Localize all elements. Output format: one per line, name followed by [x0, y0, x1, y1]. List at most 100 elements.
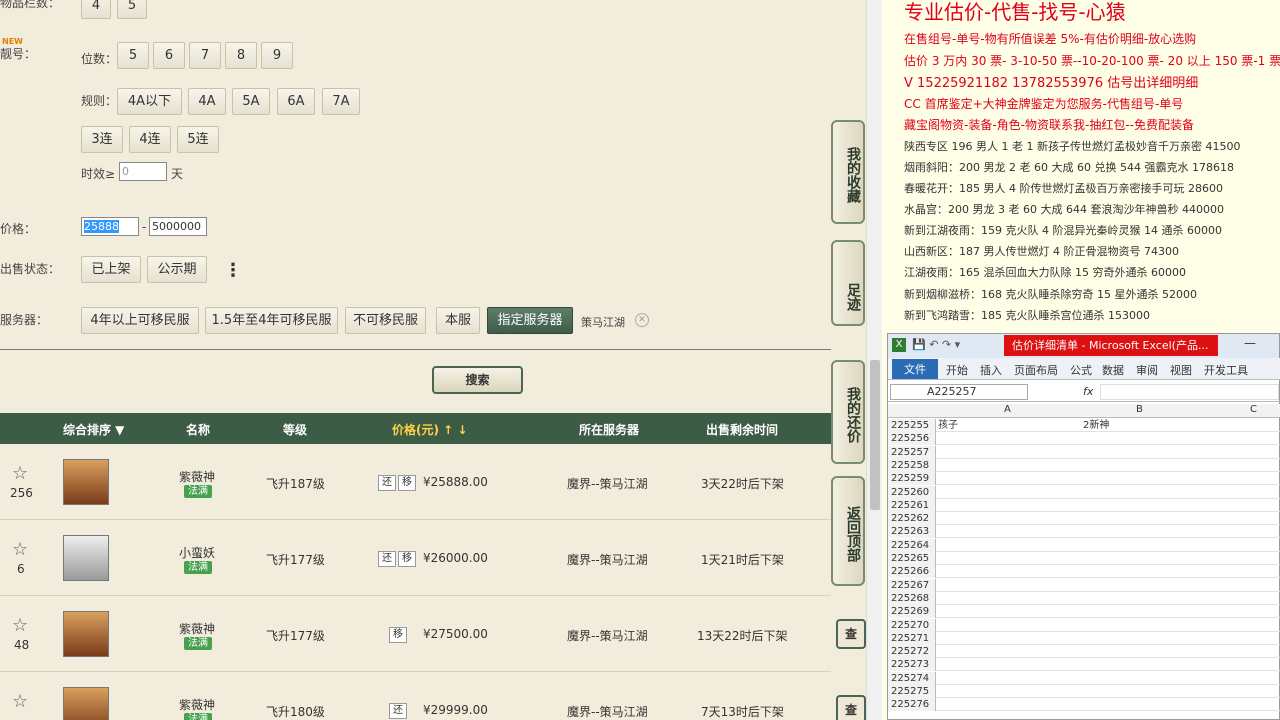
more-icon[interactable]: ⋮	[224, 260, 242, 281]
table-row[interactable]: ☆ 6 小蛮妖 法满 飞升177级 还移 ¥26000.00 魔界--策马江湖 …	[0, 521, 831, 596]
minimize-icon[interactable]: —	[1244, 336, 1256, 350]
formula-input[interactable]	[1100, 384, 1279, 400]
items-opt-5[interactable]: 5	[117, 0, 147, 19]
lian-5[interactable]: 5连	[177, 126, 219, 153]
rule-4a-below[interactable]: 4A以下	[117, 88, 182, 115]
fx-icon[interactable]: fx	[1083, 385, 1093, 398]
tab-file[interactable]: 文件	[892, 359, 938, 379]
rule-7a[interactable]: 7A	[322, 88, 360, 115]
sheet-row[interactable]: 225275	[888, 685, 1280, 698]
lianghao-label: 靓号：	[0, 47, 37, 61]
lian-4[interactable]: 4连	[129, 126, 171, 153]
col-c[interactable]: C	[1250, 404, 1257, 415]
sheet-row[interactable]: 225255 孩子 2新神	[888, 419, 1280, 432]
tab-insert[interactable]: 插入	[980, 362, 1002, 378]
digit-9[interactable]: 9	[261, 42, 293, 69]
valid-input[interactable]: 0	[119, 162, 167, 181]
tab-developer[interactable]: 开发工具	[1204, 362, 1248, 378]
excel-titlebar[interactable]: X 💾 ↶ ↷ ▾ 估价详细清单 - Microsoft Excel(产品...…	[888, 334, 1279, 358]
cell-b[interactable]: 2新神	[1083, 419, 1109, 432]
favorites-button[interactable]: 我的收藏	[831, 120, 865, 224]
row-number: 225260	[888, 485, 936, 499]
sheet-row[interactable]: 225270	[888, 618, 1280, 632]
price-max-input[interactable]: 5000000	[149, 217, 207, 236]
server-this[interactable]: 本服	[436, 307, 480, 334]
sheet-row[interactable]: 225256	[888, 432, 1280, 446]
sort-header[interactable]: 综合排序 ▼	[63, 421, 124, 438]
sheet-row[interactable]: 225269	[888, 605, 1280, 619]
my-bargain-button[interactable]: 我的还价	[831, 360, 865, 464]
status-listed[interactable]: 已上架	[81, 256, 141, 283]
sheet-row[interactable]: 225273	[888, 658, 1280, 672]
server-1-5y[interactable]: 1.5年至4年可移民服	[205, 307, 338, 334]
sheet-row[interactable]: 225263	[888, 525, 1280, 539]
sheet-row[interactable]: 225261	[888, 498, 1280, 512]
excel-window[interactable]: X 💾 ↶ ↷ ▾ 估价详细清单 - Microsoft Excel(产品...…	[887, 333, 1280, 720]
rule-4a[interactable]: 4A	[188, 88, 226, 115]
items-opt-4[interactable]: 4	[81, 0, 111, 19]
scroll-thumb[interactable]	[870, 360, 880, 510]
sheet-row[interactable]: 225259	[888, 472, 1280, 486]
sheet-row[interactable]: 225257	[888, 445, 1280, 459]
star-icon[interactable]: ☆	[12, 463, 28, 484]
view-button[interactable]: 查	[836, 619, 866, 649]
star-icon[interactable]: ☆	[12, 691, 28, 712]
table-row[interactable]: ☆ 48 紫薇神 法满 飞升177级 移 ¥27500.00 魔界--策马江湖 …	[0, 597, 866, 672]
sheet-row[interactable]: 225264	[888, 538, 1280, 552]
server-4y[interactable]: 4年以上可移民服	[81, 307, 199, 334]
status-public[interactable]: 公示期	[147, 256, 207, 283]
digit-6[interactable]: 6	[153, 42, 185, 69]
sheet-row[interactable]: 225272	[888, 645, 1280, 659]
tab-formulas[interactable]: 公式	[1070, 362, 1092, 378]
price-header[interactable]: 价格(元) ↑ ↓	[392, 421, 467, 438]
sheet-row[interactable]: 225276	[888, 698, 1280, 712]
cell-a[interactable]: 孩子	[938, 419, 958, 432]
rule-6a[interactable]: 6A	[277, 88, 315, 115]
tab-view[interactable]: 视图	[1170, 362, 1192, 378]
back-to-top-button[interactable]: 返回顶部	[831, 476, 865, 586]
sheet-row[interactable]: 225266	[888, 565, 1280, 579]
server-specified[interactable]: 指定服务器	[487, 307, 573, 334]
digit-7[interactable]: 7	[189, 42, 221, 69]
table-row[interactable]: ☆ 紫薇神 法满 飞升180级 还 ¥29999.00 魔界--策马江湖 7天1…	[0, 673, 866, 720]
sheet-row[interactable]: 225260	[888, 485, 1280, 499]
row-number: 225259	[888, 472, 936, 486]
sheet-row[interactable]: 225271	[888, 631, 1280, 645]
col-a[interactable]: A	[1004, 404, 1011, 415]
name-header: 名称	[186, 423, 211, 437]
digit-8[interactable]: 8	[225, 42, 257, 69]
tab-review[interactable]: 审阅	[1136, 362, 1158, 378]
time-header: 出售剩余时间	[706, 423, 779, 437]
sheet-row[interactable]: 225262	[888, 512, 1280, 526]
tab-layout[interactable]: 页面布局	[1014, 362, 1058, 378]
row-number: 225257	[888, 445, 936, 459]
sheet-row[interactable]: 225258	[888, 458, 1280, 472]
mark-badge: 还	[378, 551, 396, 567]
page-scrollbar[interactable]	[866, 0, 882, 720]
ad-line: 在售组号-单号-物有所值误差 5%-有估价明细-放心选购	[904, 32, 1197, 46]
rule-5a[interactable]: 5A	[232, 88, 270, 115]
digit-5[interactable]: 5	[117, 42, 149, 69]
sheet-row[interactable]: 225268	[888, 591, 1280, 605]
history-button[interactable]: 足迹	[831, 240, 865, 326]
sheet-row[interactable]: 225265	[888, 552, 1280, 565]
clear-icon[interactable]: ✕	[635, 313, 649, 327]
ad-line: 新到烟柳滋桥：168 克火队睡杀除穷奇 15 星外通杀 52000	[904, 288, 1197, 301]
quick-access-icon[interactable]: 💾 ↶ ↷ ▾	[912, 338, 960, 351]
server-no-migrate[interactable]: 不可移民服	[345, 307, 426, 334]
table-row[interactable]: ☆ 256 紫薇神 法满 飞升187级 还移 ¥25888.00 魔界--策马江…	[0, 445, 831, 520]
price: ¥26000.00	[423, 551, 488, 565]
view-button[interactable]: 查	[836, 695, 866, 720]
tab-data[interactable]: 数据	[1102, 362, 1124, 378]
tab-home[interactable]: 开始	[946, 362, 968, 378]
sheet-row[interactable]: 225274	[888, 671, 1280, 685]
search-button[interactable]: 搜索	[432, 366, 523, 394]
sheet-row[interactable]: 225267	[888, 578, 1280, 592]
star-icon[interactable]: ☆	[12, 615, 28, 636]
ad-line: 陕西专区 196 男人 1 老 1 新孩子传世燃灯孟极妙音千万亲密 41500	[904, 140, 1241, 153]
col-b[interactable]: B	[1136, 404, 1143, 415]
name-box[interactable]: A225257	[890, 384, 1028, 400]
price-min-input[interactable]: 25888	[81, 217, 139, 236]
lian-3[interactable]: 3连	[81, 126, 123, 153]
star-icon[interactable]: ☆	[12, 539, 28, 560]
